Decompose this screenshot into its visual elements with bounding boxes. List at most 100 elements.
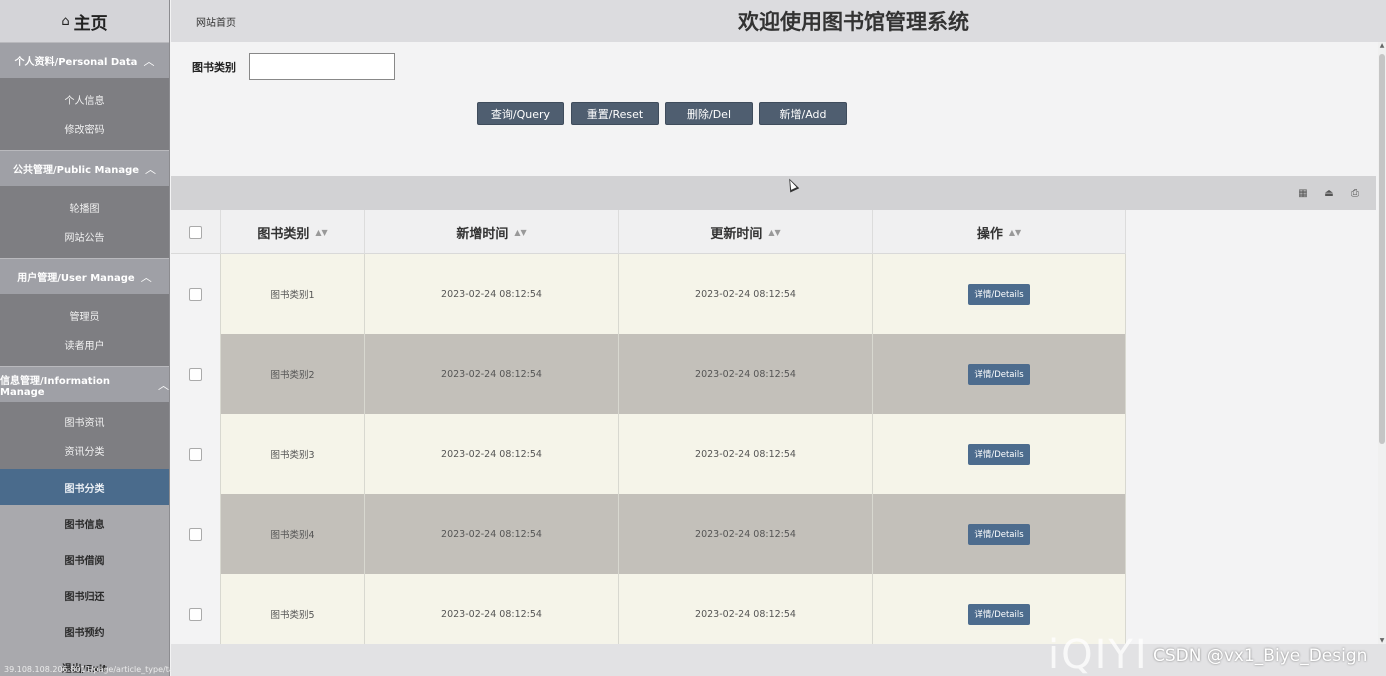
sidebar-group-public[interactable]: 公共管理/Public Manage ︿ <box>0 150 169 186</box>
cell-created: 2023-02-24 08:12:54 <box>365 574 619 644</box>
sidebar-group-items: 管理员 读者用户 <box>0 294 169 366</box>
table-row: 图书类别2 2023-02-24 08:12:54 2023-02-24 08:… <box>171 334 1126 414</box>
row-checkbox[interactable] <box>189 447 202 461</box>
row-select-cell <box>171 254 221 334</box>
sidebar-item-carousel[interactable]: 轮播图 <box>0 193 169 222</box>
row-checkbox[interactable] <box>189 527 202 541</box>
delete-button[interactable]: 删除/Del <box>665 102 753 125</box>
cell-created: 2023-02-24 08:12:54 <box>365 494 619 574</box>
column-header-created[interactable]: 新增时间 ▲▼ <box>365 210 619 254</box>
sidebar-group-users[interactable]: 用户管理/User Manage ︿ <box>0 258 169 294</box>
sidebar-item-book-news[interactable]: 图书资讯 <box>0 407 169 436</box>
home-label: 主页 <box>73 13 108 34</box>
details-button[interactable]: 详情/Details <box>968 363 1030 385</box>
page-title: 欢迎使用图书馆管理系统 <box>738 10 969 34</box>
vertical-scrollbar[interactable]: ▲ ▼ <box>1378 42 1386 644</box>
table-row: 图书类别1 2023-02-24 08:12:54 2023-02-24 08:… <box>171 254 1126 334</box>
row-checkbox[interactable] <box>189 367 202 381</box>
column-header-category[interactable]: 图书类别 ▲▼ <box>221 210 365 254</box>
scroll-down-icon[interactable]: ▼ <box>1378 637 1386 644</box>
search-input[interactable] <box>249 53 395 80</box>
chevron-up-icon: ︿ <box>143 54 155 68</box>
chevron-up-icon: ︿ <box>145 162 157 176</box>
scroll-thumb[interactable] <box>1379 54 1385 444</box>
query-button[interactable]: 查询/Query <box>477 102 564 125</box>
columns-icon[interactable]: ▦ <box>1297 188 1309 200</box>
sidebar-group-items: 图书资讯 资讯分类 <box>0 402 169 469</box>
column-header-actions[interactable]: 操作 ▲▼ <box>873 210 1126 254</box>
sidebar-group-title: 公共管理/Public Manage <box>12 165 140 176</box>
sidebar-item-readers[interactable]: 读者用户 <box>0 330 169 359</box>
sort-icon: ▲▼ <box>768 227 781 237</box>
sidebar-item-book-info[interactable]: 图书信息 <box>0 505 169 541</box>
table-row: 图书类别3 2023-02-24 08:12:54 2023-02-24 08:… <box>171 414 1126 494</box>
cell-category: 图书类别2 <box>221 334 365 414</box>
cell-created: 2023-02-24 08:12:54 <box>365 254 619 334</box>
sidebar-item-notice[interactable]: 网站公告 <box>0 222 169 251</box>
select-all-checkbox[interactable] <box>189 225 202 239</box>
table-row: 图书类别4 2023-02-24 08:12:54 2023-02-24 08:… <box>171 494 1126 574</box>
sidebar-group-title: 个人资料/Personal Data <box>14 57 138 68</box>
add-button[interactable]: 新增/Add <box>759 102 847 125</box>
sidebar-group-title: 信息管理/Information Manage <box>0 375 111 398</box>
table-header: 图书类别 ▲▼ 新增时间 ▲▼ 更新时间 ▲▼ 操作 ▲▼ <box>171 210 1126 254</box>
table-toolbar <box>171 176 1376 210</box>
cell-category: 图书类别1 <box>221 254 365 334</box>
sort-icon: ▲▼ <box>514 227 527 237</box>
cell-created: 2023-02-24 08:12:54 <box>365 414 619 494</box>
sidebar-item-profile[interactable]: 个人信息 <box>0 85 169 114</box>
column-label: 操作 <box>976 226 1003 242</box>
sidebar: ⌂ 主页 个人资料/Personal Data ︿ 个人信息 修改密码 公共管理… <box>0 0 200 676</box>
cell-created: 2023-02-24 08:12:54 <box>365 334 619 414</box>
export-icon[interactable]: ⏏ <box>1323 188 1335 200</box>
scroll-up-icon[interactable]: ▲ <box>1378 42 1386 49</box>
sidebar-item-book-borrow[interactable]: 图书借阅 <box>0 541 169 577</box>
column-label: 图书类别 <box>257 226 310 242</box>
sidebar-item-news-category[interactable]: 资讯分类 <box>0 436 169 465</box>
sort-icon: ▲▼ <box>1008 227 1022 237</box>
app-window: ⌂ 主页 个人资料/Personal Data ︿ 个人信息 修改密码 公共管理… <box>0 0 1386 676</box>
column-header-updated[interactable]: 更新时间 ▲▼ <box>619 210 873 254</box>
table-row: 图书类别5 2023-02-24 08:12:54 2023-02-24 08:… <box>171 574 1126 644</box>
row-checkbox[interactable] <box>189 287 202 301</box>
breadcrumb[interactable]: 网站首页 <box>196 14 236 29</box>
sidebar-nav: 图书分类 图书信息 图书借阅 图书归还 图书预约 退出/Exit <box>0 469 169 676</box>
sidebar-group-title: 用户管理/User Manage <box>17 273 135 284</box>
details-button[interactable]: 详情/Details <box>968 443 1030 465</box>
cell-category: 图书类别5 <box>221 574 365 644</box>
credit-text: CSDN @vx1_Biye_Design <box>1153 646 1368 666</box>
watermark-logo: iQIYI <box>1048 632 1149 676</box>
sidebar-group-items: 个人信息 修改密码 <box>0 78 169 150</box>
chevron-up-icon: ︿ <box>158 378 169 392</box>
cell-category: 图书类别3 <box>221 414 365 494</box>
cell-updated: 2023-02-24 08:12:54 <box>619 334 873 414</box>
cell-updated: 2023-02-24 08:12:54 <box>619 414 873 494</box>
home-link[interactable]: ⌂ 主页 <box>0 0 169 42</box>
header: 网站首页 欢迎使用图书馆管理系统 <box>171 0 1386 42</box>
row-checkbox[interactable] <box>189 607 202 621</box>
sidebar-group-information[interactable]: 信息管理/Information Manage ︿ <box>0 366 169 402</box>
cell-updated: 2023-02-24 08:12:54 <box>619 254 873 334</box>
row-select-cell <box>171 494 221 574</box>
row-select-cell <box>171 414 221 494</box>
reset-button[interactable]: 重置/Reset <box>571 102 659 125</box>
sidebar-item-change-password[interactable]: 修改密码 <box>0 114 169 143</box>
cell-updated: 2023-02-24 08:12:54 <box>619 494 873 574</box>
cell-actions: 详情/Details <box>873 494 1126 574</box>
print-icon[interactable]: ⎙ <box>1349 188 1361 200</box>
sidebar-item-book-category[interactable]: 图书分类 <box>0 469 169 505</box>
row-select-cell <box>171 574 221 644</box>
sidebar-item-book-return[interactable]: 图书归还 <box>0 577 169 613</box>
details-button[interactable]: 详情/Details <box>968 283 1030 305</box>
cell-actions: 详情/Details <box>873 334 1126 414</box>
sort-icon: ▲▼ <box>315 227 328 237</box>
details-button[interactable]: 详情/Details <box>968 603 1030 625</box>
sidebar-group-personal[interactable]: 个人资料/Personal Data ︿ <box>0 42 169 78</box>
cell-updated: 2023-02-24 08:12:54 <box>619 574 873 644</box>
sidebar-item-book-reserve[interactable]: 图书预约 <box>0 613 169 649</box>
sidebar-item-admin[interactable]: 管理员 <box>0 301 169 330</box>
column-label: 更新时间 <box>710 226 763 242</box>
chevron-up-icon: ︿ <box>140 270 152 284</box>
sidebar-group-items: 轮播图 网站公告 <box>0 186 169 258</box>
details-button[interactable]: 详情/Details <box>968 523 1030 545</box>
